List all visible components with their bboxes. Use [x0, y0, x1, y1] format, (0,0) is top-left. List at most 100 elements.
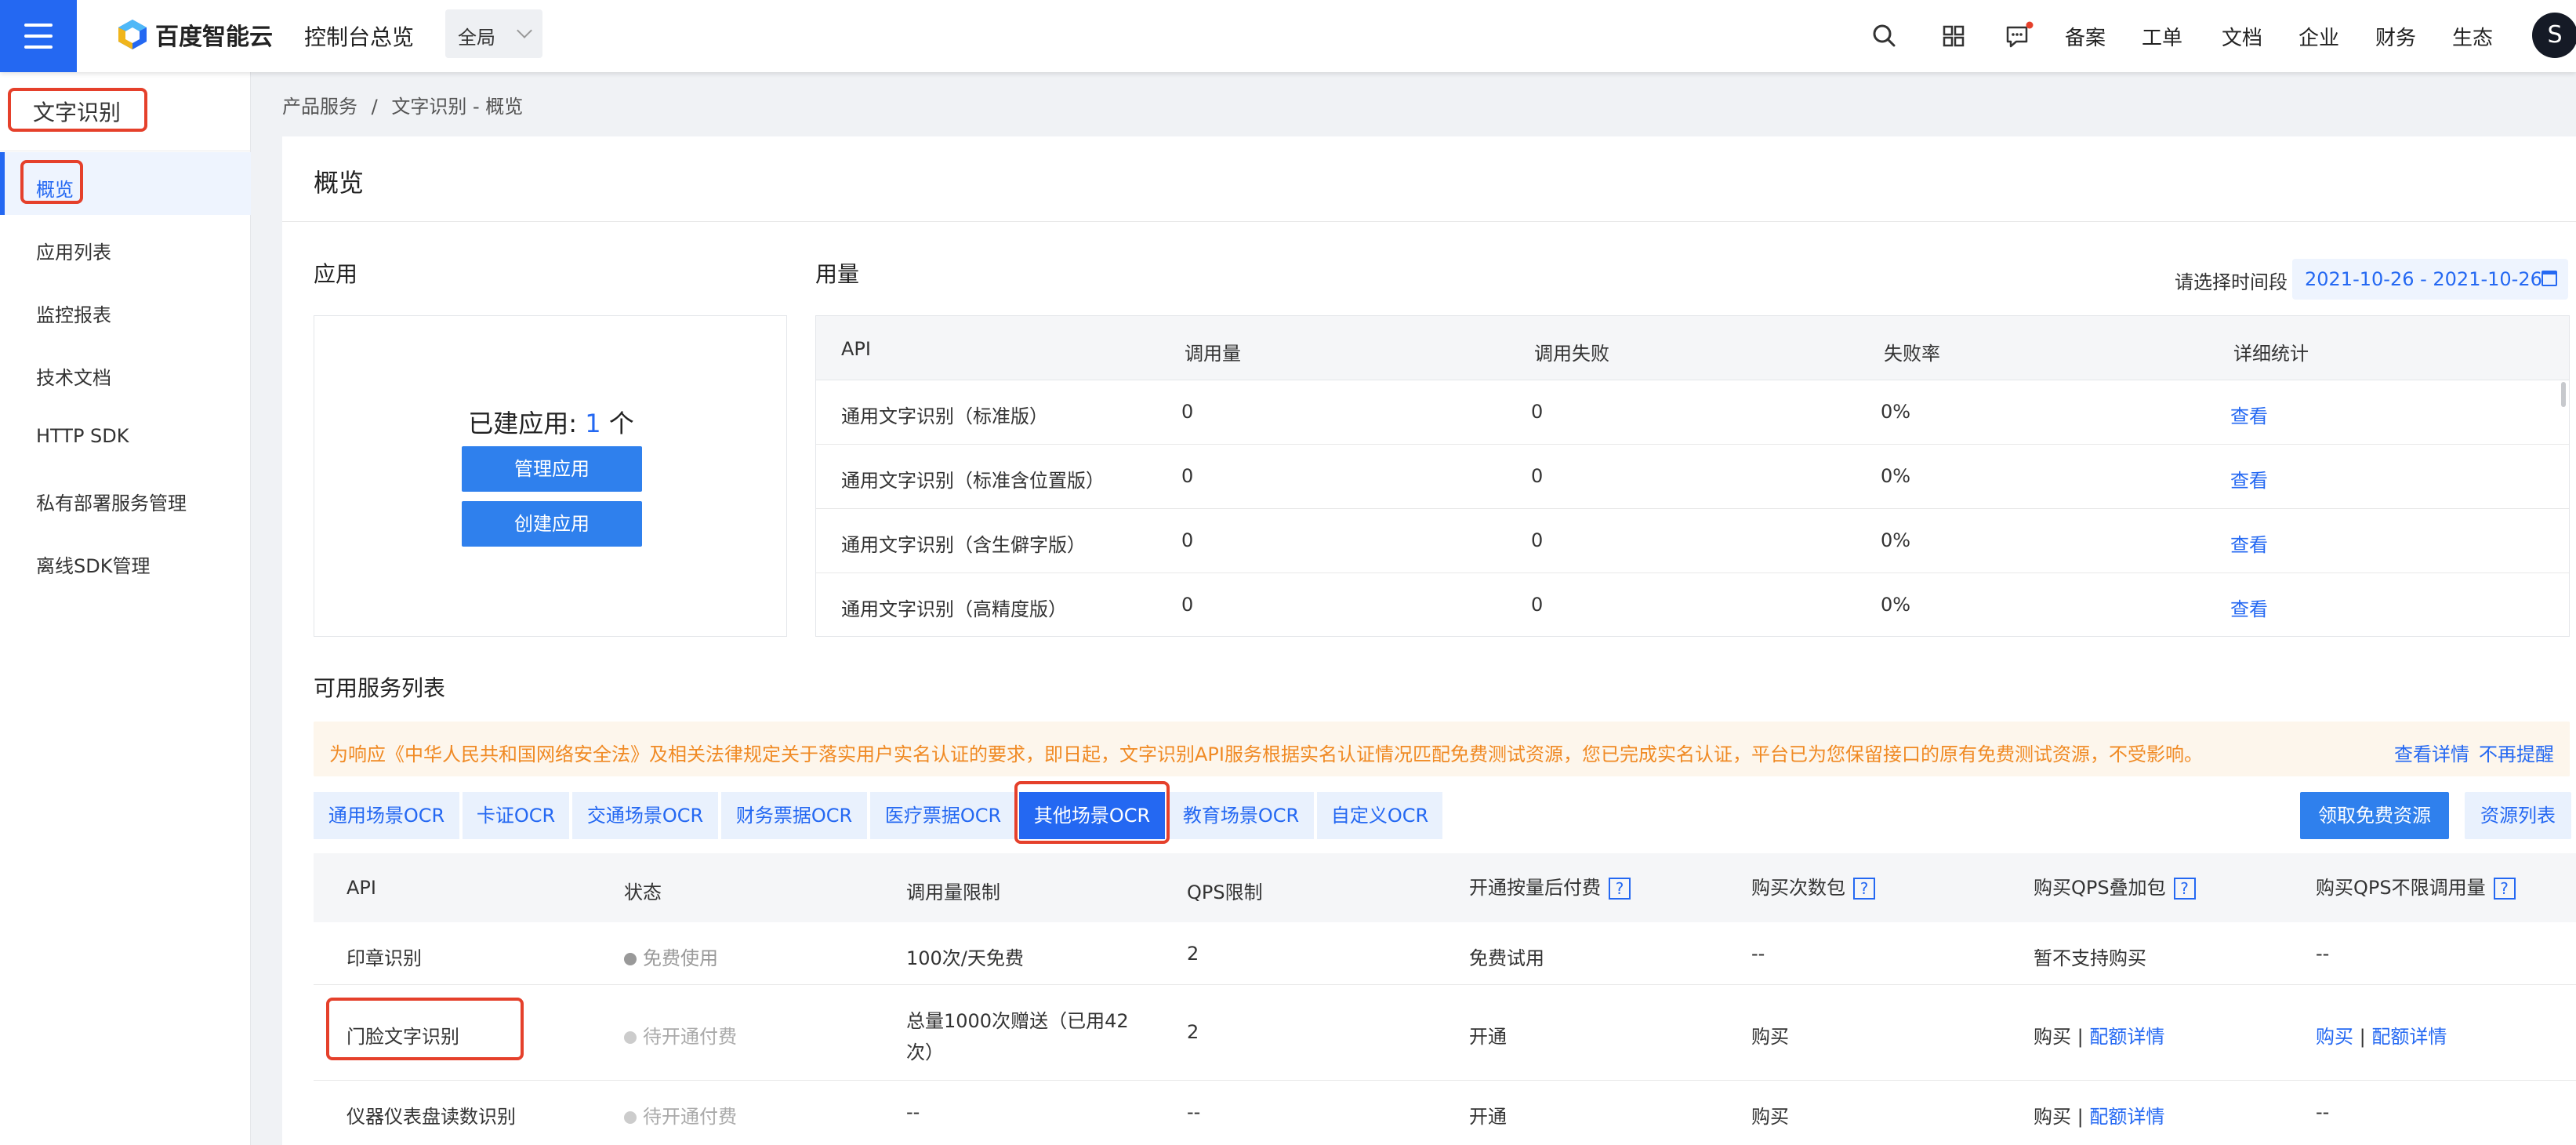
chevron-down-icon: [517, 23, 532, 38]
app-count-prefix: 已建应用:: [468, 409, 578, 438]
view-detail-link[interactable]: 查看: [2230, 529, 2268, 557]
column-header: 详细统计: [2233, 343, 2309, 365]
notice-dismiss-link[interactable]: 不再提醒: [2479, 739, 2554, 766]
help-icon[interactable]: ?: [1609, 878, 1631, 900]
date-range-picker[interactable]: 2021-10-26 - 2021-10-26: [2292, 259, 2568, 300]
call-count: 0: [1181, 529, 1194, 551]
fail-rate: 0%: [1881, 594, 1911, 616]
buy-unlimited-link[interactable]: 购买: [2316, 1026, 2353, 1048]
search-icon[interactable]: [1867, 19, 1902, 53]
sidebar-item-tech-docs[interactable]: 技术文档: [0, 340, 251, 403]
unlimited-status: --: [2316, 1101, 2330, 1123]
call-count: 0: [1181, 465, 1194, 487]
nav-filing[interactable]: 备案: [2065, 22, 2106, 51]
sidebar: 文字识别 概览 应用列表 监控报表 技术文档 HTTP SDK 私有部署服务管理…: [0, 72, 251, 1145]
sidebar-item-label: 离线SDK管理: [36, 555, 151, 577]
status-badge: 待开通付费: [624, 1021, 737, 1049]
help-icon[interactable]: ?: [2493, 878, 2516, 900]
view-detail-link[interactable]: 查看: [2230, 401, 2268, 428]
create-app-button[interactable]: 创建应用: [462, 501, 642, 547]
status-dot-icon: [624, 953, 637, 965]
sidebar-item-http-sdk[interactable]: HTTP SDK: [0, 403, 251, 466]
column-header: 购买QPS叠加包: [2034, 877, 2166, 899]
buy-qps-pack-link[interactable]: 购买: [2034, 1026, 2071, 1048]
sidebar-item-monitor-report[interactable]: 监控报表: [0, 278, 251, 340]
fail-count: 0: [1531, 465, 1544, 487]
nav-finance[interactable]: 财务: [2375, 22, 2416, 51]
api-name: 通用文字识别（标准含位置版）: [841, 470, 1105, 492]
tab-general-ocr[interactable]: 通用场景OCR: [314, 792, 459, 839]
usage-section-title: 用量: [815, 261, 860, 287]
breadcrumb-root[interactable]: 产品服务: [282, 96, 357, 118]
fail-count: 0: [1531, 529, 1544, 551]
sidebar-item-label: 监控报表: [36, 304, 111, 326]
column-header: 调用失败: [1534, 343, 1609, 365]
buy-qps-pack-link[interactable]: 购买: [2034, 1106, 2071, 1128]
sidebar-item-private-deploy[interactable]: 私有部署服务管理: [0, 466, 251, 529]
avatar[interactable]: S: [2532, 13, 2576, 58]
column-header-unlimited: 购买QPS不限调用量?: [2316, 872, 2516, 900]
tab-custom-ocr[interactable]: 自定义OCR: [1317, 792, 1442, 839]
help-icon[interactable]: ?: [1853, 878, 1875, 900]
tab-finance-ocr[interactable]: 财务票据OCR: [721, 792, 867, 839]
claim-free-resources-button[interactable]: 领取免费资源: [2300, 792, 2449, 839]
call-limit-line-2: 次）: [906, 1041, 944, 1063]
tab-medical-ocr[interactable]: 医疗票据OCR: [870, 792, 1016, 839]
hamburger-menu-button[interactable]: [0, 0, 77, 72]
sidebar-item-label: 应用列表: [36, 242, 111, 264]
tab-education-ocr[interactable]: 教育场景OCR: [1168, 792, 1314, 839]
unlimited-actions: 购买 | 配额详情: [2316, 1026, 2447, 1048]
fail-rate: 0%: [1881, 465, 1911, 487]
enable-postpaid-link[interactable]: 开通: [1469, 1101, 1507, 1129]
annotation-box-other-ocr-tab: [1014, 781, 1170, 844]
brand-logo[interactable]: 百度智能云: [116, 17, 273, 52]
call-limit: 100次/天免费: [906, 947, 1024, 969]
quota-detail-link[interactable]: 配额详情: [2089, 1106, 2164, 1128]
nav-ecosystem[interactable]: 生态: [2452, 22, 2493, 51]
tab-card-ocr[interactable]: 卡证OCR: [463, 792, 569, 839]
manage-apps-button[interactable]: 管理应用: [462, 446, 642, 492]
nav-enterprise[interactable]: 企业: [2298, 22, 2339, 51]
call-limit: --: [906, 1101, 920, 1123]
sidebar-item-label: HTTP SDK: [36, 425, 129, 447]
fail-rate: 0%: [1881, 401, 1911, 423]
top-bar: 百度智能云 控制台总览 全局 备案 工单 文档 企业 财务 生态 S: [0, 0, 2576, 72]
quota-detail-link[interactable]: 配额详情: [2371, 1026, 2447, 1048]
console-overview-link[interactable]: 控制台总览: [304, 20, 414, 52]
qps-pack-actions: 购买 | 配额详情: [2034, 1026, 2165, 1048]
api-name: 印章识别: [346, 947, 422, 969]
sidebar-item-app-list[interactable]: 应用列表: [0, 215, 251, 278]
scope-select[interactable]: 全局: [445, 9, 542, 58]
view-detail-link[interactable]: 查看: [2230, 465, 2268, 493]
quota-detail-link[interactable]: 配额详情: [2089, 1026, 2164, 1048]
column-header: 状态: [624, 881, 662, 903]
buy-pack-link[interactable]: 购买: [1751, 1101, 1789, 1129]
app-count-number: 1: [585, 409, 601, 438]
fail-rate: 0%: [1881, 529, 1911, 551]
nav-docs[interactable]: 文档: [2222, 22, 2262, 51]
breadcrumb-current: 文字识别 - 概览: [391, 96, 524, 118]
resource-list-button[interactable]: 资源列表: [2465, 792, 2571, 839]
nav-tickets[interactable]: 工单: [2142, 22, 2182, 51]
fail-count: 0: [1531, 401, 1544, 423]
date-range-value: 2021-10-26 - 2021-10-26: [2305, 268, 2542, 290]
services-table-header: API 状态 调用量限制 QPS限制 开通按量后付费? 购买次数包? 购买QPS…: [314, 853, 2576, 922]
message-icon[interactable]: [2001, 19, 2035, 53]
view-detail-link[interactable]: 查看: [2230, 594, 2268, 621]
buy-pack-link[interactable]: 购买: [1751, 1021, 1789, 1049]
call-count: 0: [1181, 594, 1194, 616]
usage-table: API 调用量 调用失败 失败率 详细统计 通用文字识别（标准版） 0 0 0%…: [815, 315, 2570, 637]
table-row: 通用文字识别（含生僻字版） 0 0 0% 查看: [816, 509, 2569, 573]
api-name: 仪器仪表盘读数识别: [346, 1106, 516, 1128]
enable-postpaid-link[interactable]: 开通: [1469, 1021, 1507, 1049]
sidebar-item-offline-sdk[interactable]: 离线SDK管理: [0, 529, 251, 591]
tab-traffic-ocr[interactable]: 交通场景OCR: [572, 792, 718, 839]
usage-table-scrollbar[interactable]: [2561, 382, 2566, 407]
app-count-text: 已建应用: 1 个: [314, 404, 788, 440]
help-icon[interactable]: ?: [2173, 878, 2196, 900]
scope-value: 全局: [458, 27, 495, 49]
grid-icon[interactable]: [1936, 19, 1971, 53]
column-header: 购买次数包: [1751, 877, 1845, 899]
notice-detail-link[interactable]: 查看详情: [2394, 739, 2469, 766]
apps-section-title: 应用: [314, 261, 358, 287]
